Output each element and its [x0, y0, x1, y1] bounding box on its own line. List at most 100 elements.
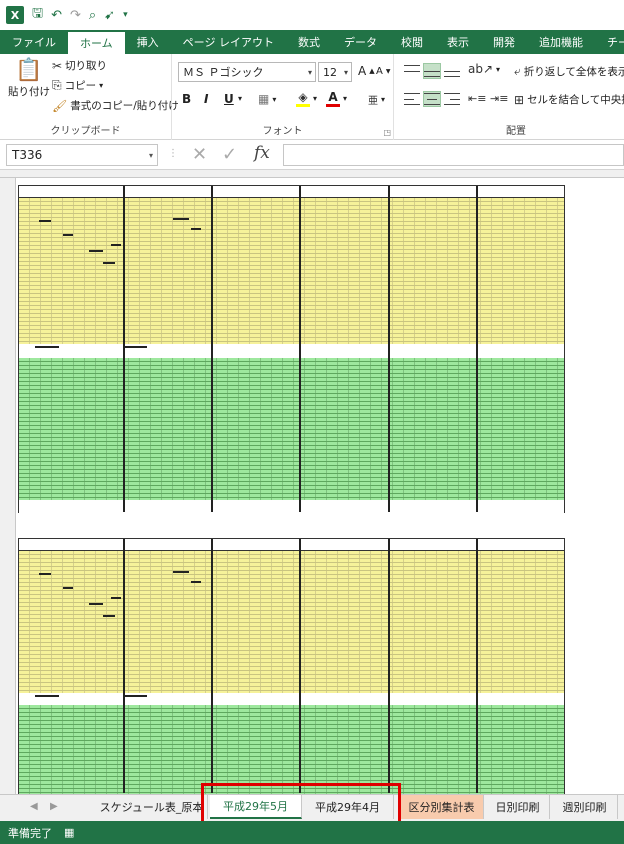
sheet-tab-daily-print[interactable]: 日別印刷 [486, 795, 550, 819]
tab-home[interactable]: ホーム [68, 32, 125, 54]
align-middle-button[interactable] [423, 63, 441, 79]
cancel-icon[interactable]: ✕ [192, 144, 207, 165]
chevron-down-icon: ▾ [238, 94, 243, 103]
status-text: 準備完了 [8, 826, 52, 840]
increase-indent-button[interactable]: ⇥≡ [490, 92, 508, 105]
dialog-launcher-icon[interactable]: ◳ [383, 128, 391, 137]
grow-font-button[interactable]: A ▲ [358, 64, 375, 78]
copy-icon: ⎘ [52, 78, 62, 92]
font-color-button[interactable]: A ▾ [326, 90, 347, 107]
white-section [19, 693, 564, 705]
date-column [19, 358, 33, 500]
green-section [19, 358, 564, 500]
row-headers [0, 178, 16, 794]
tab-data[interactable]: データ [332, 30, 389, 54]
print-preview-icon[interactable]: ⌕ [89, 8, 96, 23]
date-column [19, 198, 33, 344]
block-separator [299, 539, 301, 793]
pointer-icon[interactable]: ➹ [104, 8, 115, 23]
block-separator [388, 186, 390, 512]
font-size-select[interactable]: 12 ▾ [318, 62, 352, 82]
align-center-button[interactable] [423, 91, 441, 107]
wrap-text-icon: ⤶ [514, 64, 521, 78]
alignment-group: ab↗ ▾ ⇤≡ ⇥≡ ⤶ 折り返して全体を表示 ⊞ セルを結合して中央揃 配置 [394, 54, 624, 140]
schedule-entry [35, 346, 59, 348]
tab-insert[interactable]: 挿入 [125, 30, 171, 54]
copy-button[interactable]: ⎘ コピー ▾ [52, 78, 103, 93]
sheet-tab-weekly-print[interactable]: 週別印刷 [552, 795, 618, 819]
customize-icon[interactable]: ▾ [123, 10, 128, 20]
schedule-entry [111, 597, 121, 599]
block-separator [388, 539, 390, 793]
cut-button[interactable]: ✂ 切り取り [52, 58, 107, 73]
enter-icon[interactable]: ✓ [222, 144, 237, 165]
chevron-down-icon: ▾ [343, 67, 348, 77]
tab-team[interactable]: チーム [595, 30, 624, 54]
align-top-button[interactable] [404, 64, 420, 78]
wrap-text-button[interactable]: ⤶ 折り返して全体を表示 [514, 64, 624, 79]
schedule-block [18, 538, 565, 794]
decrease-indent-button[interactable]: ⇤≡ [468, 92, 486, 105]
scroll-left-icon[interactable]: ◀ [30, 801, 38, 812]
tab-addins[interactable]: 追加機能 [527, 30, 595, 54]
block-separator [299, 186, 301, 512]
format-painter-button[interactable]: 🖌 書式のコピー/貼り付け [52, 98, 179, 113]
merge-center-button[interactable]: ⊞ セルを結合して中央揃 [514, 92, 624, 107]
quick-access-toolbar: X 🖫 ↶ ↷ ⌕ ➹ ▾ [0, 0, 624, 30]
italic-button[interactable]: I [204, 92, 208, 106]
block-separator [123, 186, 125, 512]
font-group-label: フォント [262, 126, 303, 137]
underline-button[interactable]: U [224, 92, 234, 106]
tab-view[interactable]: 表示 [435, 30, 481, 54]
align-left-button[interactable] [404, 92, 420, 106]
function-icon[interactable]: fx [254, 143, 270, 163]
sheet-tab-schedule-original[interactable]: スケジュール表_原本 [96, 795, 208, 819]
column-headers [0, 170, 624, 178]
block-header [19, 539, 564, 551]
undo-icon[interactable]: ↶ [51, 8, 62, 23]
tab-page-layout[interactable]: ページ レイアウト [171, 30, 286, 54]
date-column [19, 551, 33, 693]
status-bar: 準備完了 ▦ [0, 821, 624, 844]
schedule-entry [103, 615, 115, 617]
schedule-block [18, 185, 565, 514]
bold-button[interactable]: B [182, 92, 191, 106]
borders-button[interactable]: ▦ ▾ [258, 92, 276, 106]
merge-icon: ⊞ [514, 92, 525, 107]
schedule-entry [191, 581, 201, 583]
shrink-font-button[interactable]: A ▼ [376, 66, 390, 77]
schedule-entry [173, 571, 189, 573]
macro-record-icon[interactable]: ▦ [64, 826, 74, 839]
schedule-entry [63, 234, 73, 236]
font-name-select[interactable]: ＭＳ Ｐゴシック ▾ [178, 62, 316, 82]
schedule-entry [173, 218, 189, 220]
sheet-tab-category-summary[interactable]: 区分別集計表 [400, 795, 484, 819]
align-right-button[interactable] [444, 92, 460, 106]
worksheet-grid[interactable] [0, 170, 624, 794]
block-header [19, 186, 564, 198]
save-icon[interactable]: 🖫 [32, 4, 43, 26]
phonetic-button[interactable]: 亜 ▾ [368, 92, 385, 107]
font-group: ＭＳ Ｐゴシック ▾ 12 ▾ A ▲ A ▼ B I U ▾ ▦ ▾ ◈ ▾ A ▾ 亜… [172, 54, 394, 140]
tab-file[interactable]: ファイル [0, 30, 68, 54]
scroll-right-icon[interactable]: ▶ [50, 801, 58, 812]
redo-icon[interactable]: ↷ [70, 8, 81, 23]
schedule-entry [103, 262, 115, 264]
schedule-entry [63, 587, 73, 589]
align-bottom-button[interactable] [444, 64, 460, 78]
schedule-entry [39, 220, 51, 222]
paste-button[interactable]: 📋 貼り付け [8, 58, 50, 99]
tab-developer[interactable]: 開発 [481, 30, 527, 54]
ribbon: 📋 貼り付け ✂ 切り取り ⎘ コピー ▾ 🖌 書式のコピー/貼り付け クリップボード … [0, 54, 624, 140]
name-box[interactable]: T336 ▾ [6, 144, 158, 166]
schedule-entry [39, 573, 51, 575]
phonetic-icon: 亜 [368, 96, 378, 107]
tab-formulas[interactable]: 数式 [286, 30, 332, 54]
fill-color-button[interactable]: ◈ ▾ [296, 90, 317, 107]
brush-icon: 🖌 [52, 98, 68, 113]
tab-review[interactable]: 校閲 [389, 30, 435, 54]
clipboard-group-label: クリップボード [50, 126, 121, 137]
formula-input[interactable] [283, 144, 624, 166]
alignment-group-label: 配置 [506, 126, 526, 137]
orientation-button[interactable]: ab↗ ▾ [468, 62, 500, 76]
